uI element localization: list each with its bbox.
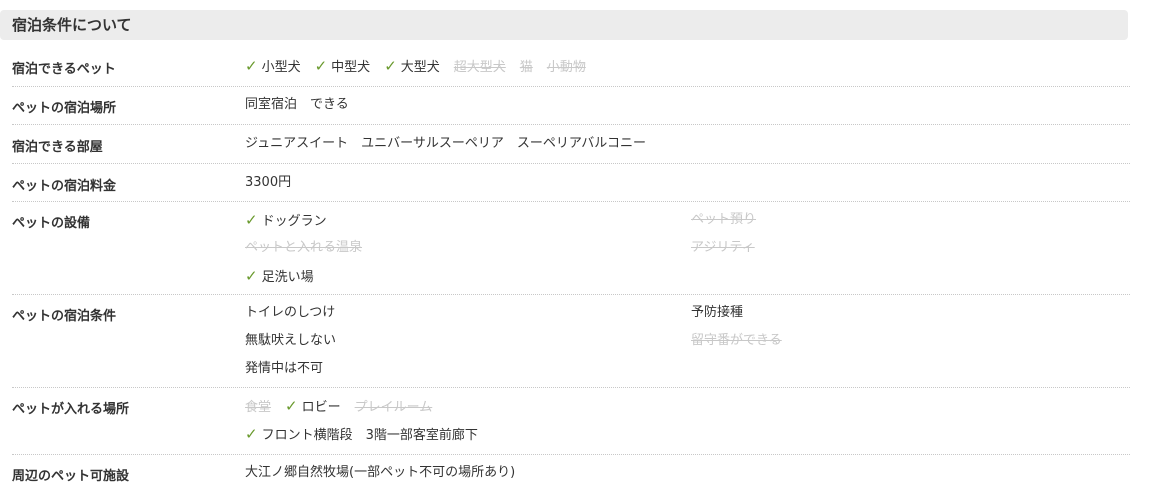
check-icon: ✓: [245, 211, 258, 229]
condition-no-heat: 発情中は不可: [245, 361, 324, 376]
stay-place-value: 同室宿泊 できる: [245, 97, 349, 112]
facility-onsen: ペットと入れる温泉: [245, 240, 363, 255]
facility-agility: アジリティ: [691, 240, 755, 255]
pet-type-xlarge: 超大型犬: [453, 60, 506, 75]
check-icon: ✓: [285, 397, 298, 415]
pet-type-small: ✓ 小型犬: [245, 57, 301, 75]
areas-list: 食堂 ✓ ロビー プレイルーム: [245, 396, 446, 416]
condition-toilet: トイレのしつけ: [245, 305, 336, 320]
row-label: 宿泊できる部屋: [12, 140, 103, 155]
area-front-stairs: ✓ フロント横階段 3階一部客室前廊下: [245, 425, 478, 443]
facility-dog-run: ✓ ドッグラン: [245, 211, 327, 229]
row-areas: ペットが入れる場所 食堂 ✓ ロビー プレイルーム ✓ フロント横階段 3階一部客室前廊…: [12, 396, 1130, 455]
check-icon: ✓: [245, 425, 258, 443]
row-label: ペットの宿泊場所: [12, 101, 117, 116]
condition-stay-alone: 留守番ができる: [691, 333, 782, 348]
row-label: ペットの設備: [12, 216, 91, 231]
row-label: ペットの宿泊条件: [12, 309, 117, 324]
row-label: 宿泊できるペット: [12, 62, 116, 77]
pet-type-small-animal: 小動物: [546, 60, 586, 75]
row-label: 周辺のペット可施設: [12, 469, 130, 484]
pet-type-medium: ✓ 中型犬: [314, 57, 371, 75]
condition-no-barking: 無駄吠えしない: [245, 333, 337, 348]
row-facilities: ペットの設備 ✓ ドッグラン ペット預り ペットと入れる温泉 アジリティ ✓ 足洗い…: [12, 211, 1130, 295]
pet-type-large: ✓ 大型犬: [384, 57, 440, 75]
check-icon: ✓: [314, 57, 328, 75]
row-conditions: ペットの宿泊条件 トイレのしつけ 予防接種 無駄吠えしない 留守番ができる 発情…: [12, 305, 1130, 388]
pet-type-cat: 猫: [519, 60, 533, 75]
row-pet-types: 宿泊できるペット ✓ 小型犬 ✓ 中型犬 ✓ 大型犬 超大型犬猫小動物: [12, 56, 1130, 87]
fee-value: 3300円: [245, 175, 292, 190]
area-playroom: プレイルーム: [354, 400, 433, 415]
nearby-value: 大江ノ郷自然牧場(一部ペット不可の場所あり): [245, 465, 516, 480]
pet-stay-conditions: 宿泊条件について 宿泊できるペット ✓ 小型犬 ✓ 中型犬 ✓ 大型犬 超大型犬猫小動物 ペ…: [0, 0, 1150, 503]
facility-foot-wash: ✓ 足洗い場: [245, 267, 314, 285]
row-stay-place: ペットの宿泊場所 同室宿泊 できる: [12, 97, 1130, 125]
row-label: ペットが入れる場所: [12, 402, 130, 417]
section-title: 宿泊条件について: [0, 10, 1128, 40]
area-dining: 食堂: [245, 400, 272, 415]
row-label: ペットの宿泊料金: [12, 179, 117, 194]
pet-types-list: ✓ 小型犬 ✓ 中型犬 ✓ 大型犬 超大型犬猫小動物: [245, 56, 600, 76]
row-rooms: 宿泊できる部屋 ジュニアスイート ユニバーサルスーペリア スーペリアバルコニー: [12, 136, 1130, 164]
check-icon: ✓: [384, 57, 397, 75]
area-lobby: ✓ ロビー: [285, 397, 341, 415]
row-fee: ペットの宿泊料金 3300円: [12, 175, 1130, 202]
rooms-value: ジュニアスイート ユニバーサルスーペリア スーペリアバルコニー: [245, 136, 647, 151]
row-nearby: 周辺のペット可施設 大江ノ郷自然牧場(一部ペット不可の場所あり): [12, 465, 1130, 495]
condition-vaccination: 予防接種: [691, 305, 744, 320]
facility-pet-boarding: ペット預り: [691, 212, 757, 227]
check-icon: ✓: [245, 267, 258, 285]
check-icon: ✓: [245, 57, 258, 75]
